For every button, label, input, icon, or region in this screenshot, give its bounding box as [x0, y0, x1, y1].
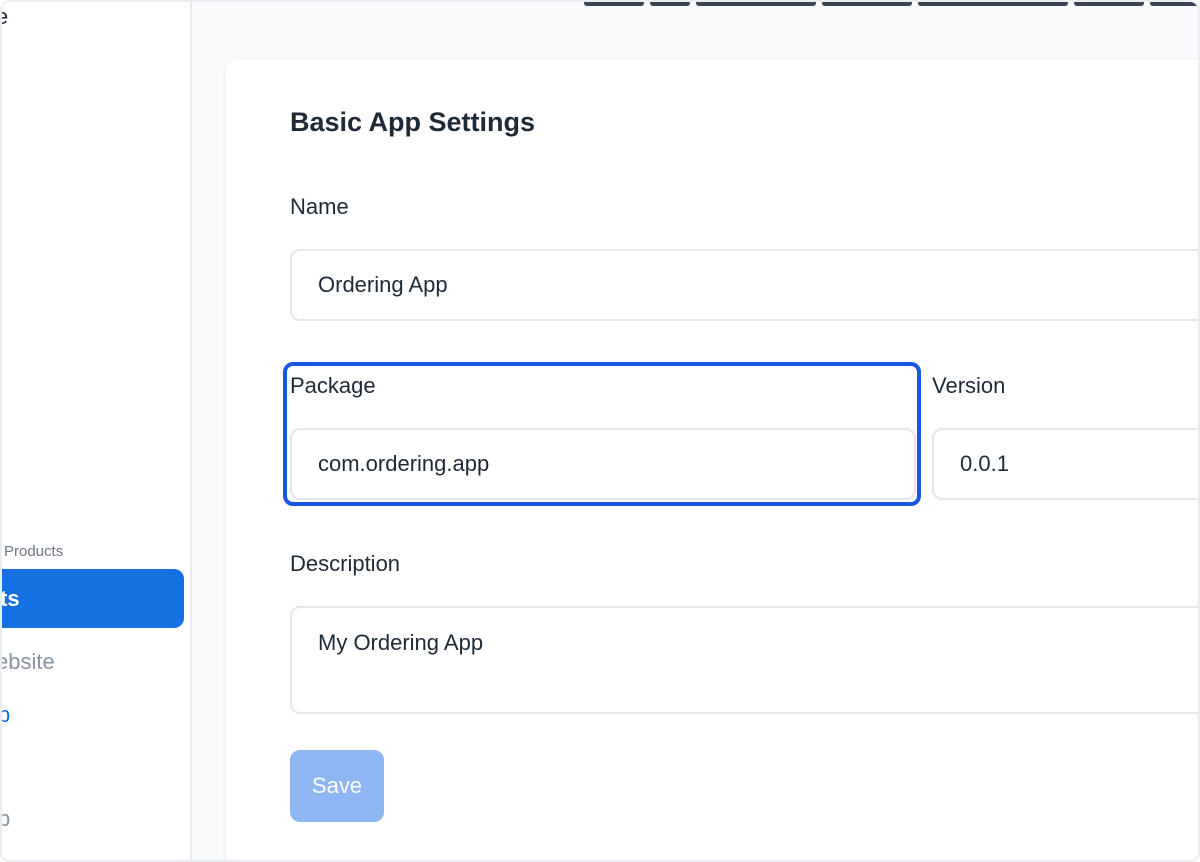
app-window: e Products ts ebsite p p Basic App Setti… — [0, 0, 1200, 862]
sidebar-item-website[interactable]: ebsite — [2, 649, 55, 675]
version-label: Version — [932, 373, 1006, 398]
sidebar-section-label: Products — [4, 543, 64, 560]
description-textarea[interactable]: My Ordering App — [290, 606, 1198, 714]
name-label: Name — [290, 194, 349, 219]
sidebar-item-other[interactable]: p — [2, 806, 10, 832]
package-input-value: com.ordering.app — [318, 451, 490, 476]
card-title: Basic App Settings — [290, 107, 536, 137]
sidebar-item-active[interactable]: ts — [2, 569, 184, 628]
package-label: Package — [290, 373, 376, 398]
description-label: Description — [290, 551, 401, 576]
description-textarea-value: My Ordering App — [318, 630, 484, 655]
settings-card: Basic App Settings Name Ordering App Pac… — [226, 60, 1198, 860]
sidebar-item-app[interactable]: p — [2, 702, 10, 728]
version-input-value: 0.0.1 — [960, 451, 1009, 476]
version-input[interactable]: 0.0.1 — [932, 428, 1198, 500]
name-input[interactable]: Ordering App — [290, 249, 1198, 321]
sidebar-header-text: e — [2, 4, 8, 30]
package-input[interactable]: com.ordering.app — [290, 428, 916, 500]
sidebar-item-label: ts — [2, 585, 20, 611]
sidebar: e Products ts ebsite p p — [2, 2, 192, 860]
name-input-value: Ordering App — [318, 272, 448, 297]
clipped-header-text — [584, 2, 1198, 8]
save-button[interactable]: Save — [290, 750, 384, 822]
